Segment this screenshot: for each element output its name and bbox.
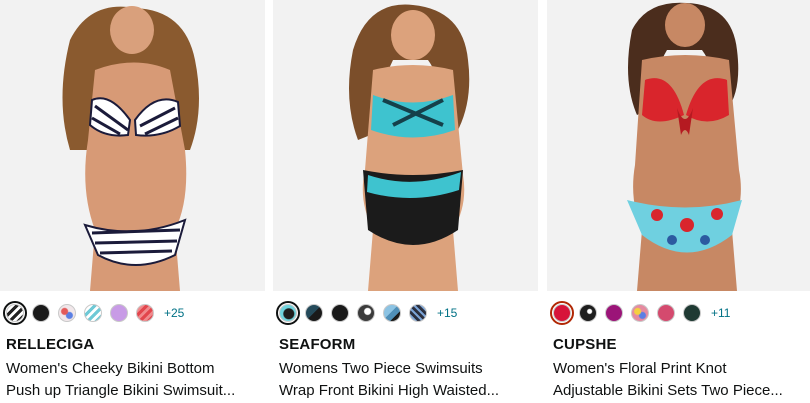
color-swatches: +25 <box>3 301 184 325</box>
swatch-dark-green[interactable] <box>683 304 701 322</box>
product-card: +25 RELLECIGA Women's Cheeky Bikini Bott… <box>0 0 265 403</box>
color-swatches: +15 <box>276 301 457 325</box>
more-colors-link[interactable]: +25 <box>164 306 184 320</box>
swatch-black-pattern[interactable] <box>579 304 597 322</box>
swatch-red[interactable] <box>136 304 154 322</box>
product-image[interactable] <box>547 0 810 291</box>
product-title[interactable]: Women's Cheeky Bikini Bottom Push up Tri… <box>6 358 264 402</box>
swatch-magenta[interactable] <box>605 304 623 322</box>
swatch-navy-wrap[interactable] <box>305 304 323 322</box>
swatch-red[interactable] <box>550 301 574 325</box>
brand-name: CUPSHE <box>553 336 617 353</box>
product-title[interactable]: Womens Two Piece Swimsuits Wrap Front Bi… <box>279 358 537 402</box>
product-title-line-1[interactable]: Women's Cheeky Bikini Bottom <box>6 358 264 380</box>
product-title-line-1[interactable]: Womens Two Piece Swimsuits <box>279 358 537 380</box>
swatch-black-aqua[interactable] <box>276 301 300 325</box>
swatch-pink[interactable] <box>657 304 675 322</box>
swatch-print[interactable] <box>58 304 76 322</box>
product-image[interactable] <box>273 0 538 291</box>
swatch-black[interactable] <box>331 304 349 322</box>
swatch-blue-print[interactable] <box>383 304 401 322</box>
swatch-black-white[interactable] <box>357 304 375 322</box>
product-title-line-2[interactable]: Adjustable Bikini Sets Two Piece... <box>553 380 810 402</box>
more-colors-link[interactable]: +11 <box>711 306 730 320</box>
product-card: +11 CUPSHE Women's Floral Print Knot Adj… <box>547 0 810 403</box>
product-title[interactable]: Women's Floral Print Knot Adjustable Bik… <box>553 358 810 402</box>
swatch-lilac[interactable] <box>110 304 128 322</box>
product-image[interactable] <box>0 0 265 291</box>
product-title-line-2[interactable]: Push up Triangle Bikini Swimsuit... <box>6 380 264 402</box>
swatch-aqua-stripe[interactable] <box>84 304 102 322</box>
brand-name: RELLECIGA <box>6 336 95 353</box>
swatch-black[interactable] <box>32 304 50 322</box>
color-swatches: +11 <box>550 301 730 325</box>
product-title-line-1[interactable]: Women's Floral Print Knot <box>553 358 810 380</box>
product-title-line-2[interactable]: Wrap Front Bikini High Waisted... <box>279 380 537 402</box>
product-card: +15 SEAFORM Womens Two Piece Swimsuits W… <box>273 0 538 403</box>
swatch-striped[interactable] <box>3 301 27 325</box>
more-colors-link[interactable]: +15 <box>437 306 457 320</box>
brand-name: SEAFORM <box>279 336 356 353</box>
swatch-floral[interactable] <box>631 304 649 322</box>
product-grid: +25 RELLECIGA Women's Cheeky Bikini Bott… <box>0 0 810 403</box>
swatch-dark-print[interactable] <box>409 304 427 322</box>
